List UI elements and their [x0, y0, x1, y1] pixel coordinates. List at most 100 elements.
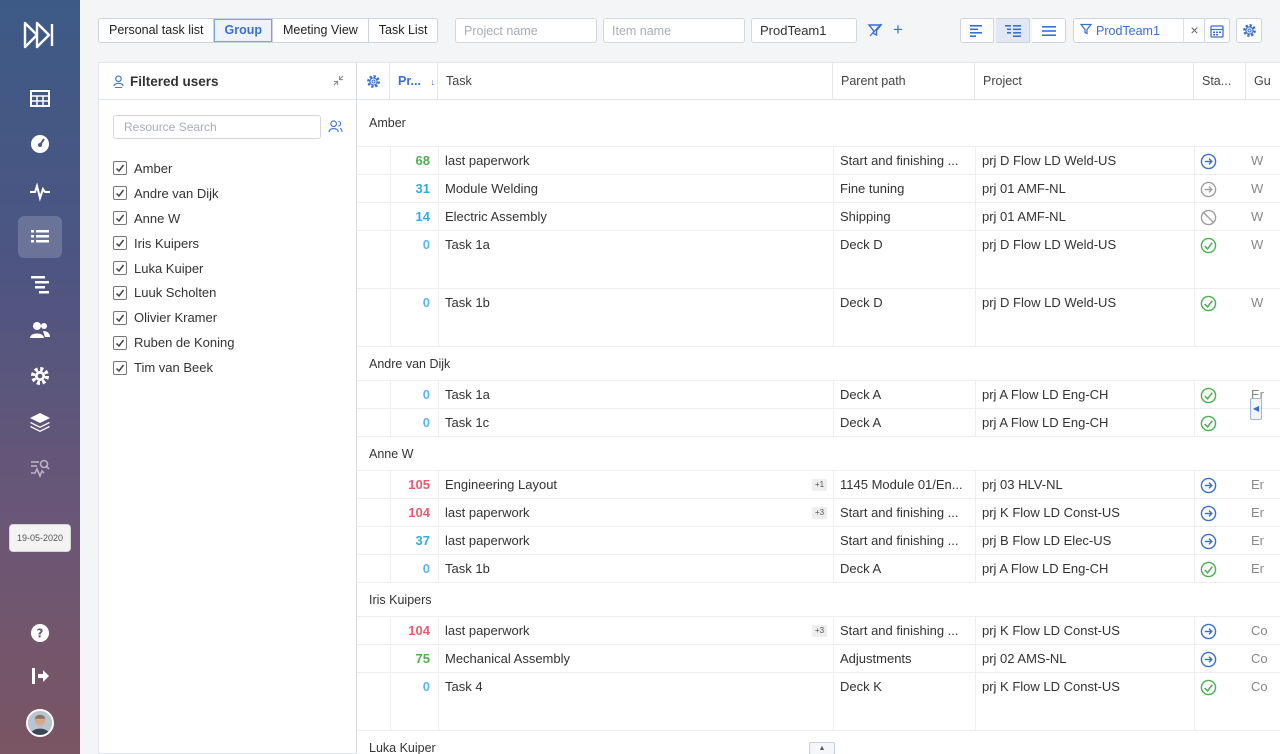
app-logo-icon[interactable]	[22, 20, 58, 50]
group-code: W	[1251, 181, 1264, 196]
user-list-item[interactable]: Anne W	[113, 206, 234, 231]
column-status-header[interactable]: Sta...	[1194, 63, 1246, 100]
help-icon[interactable]: ?	[18, 612, 62, 654]
status-done-icon[interactable]	[1200, 561, 1218, 579]
column-priority-header[interactable]: Pr... ↓	[390, 63, 438, 100]
dashboard-gauge-icon[interactable]	[18, 123, 62, 165]
user-checkbox[interactable]	[113, 186, 127, 201]
user-checkbox[interactable]	[113, 161, 127, 176]
column-parent-header[interactable]: Parent path	[833, 63, 975, 100]
task-row[interactable]: 104 last paperwork +3 Start and finishing .…	[357, 616, 1280, 645]
subtask-count-badge[interactable]: +1	[812, 479, 828, 491]
parent-path: Start and finishing ...	[840, 505, 959, 520]
user-checkbox[interactable]	[113, 285, 127, 300]
user-checkbox[interactable]	[113, 211, 127, 226]
status-done-icon[interactable]	[1200, 295, 1218, 313]
user-list-item[interactable]: Amber	[113, 156, 234, 181]
status-in-progress-icon[interactable]	[1200, 505, 1218, 523]
view-task-list[interactable]: Task List	[369, 19, 438, 42]
user-list-item[interactable]: Luka Kuiper	[113, 256, 234, 281]
status-done-icon[interactable]	[1200, 387, 1218, 405]
user-list-item[interactable]: Ruben de Koning	[113, 330, 234, 355]
task-row[interactable]: 31 Module Welding Fine tuning prj 01 AMF-NL…	[357, 174, 1280, 203]
task-row[interactable]: 68 last paperwork Start and finishing ... p…	[357, 146, 1280, 175]
task-row[interactable]: 0 Task 1a Deck D prj D Flow LD Weld-US W	[357, 230, 1280, 289]
column-group-header[interactable]: Gu	[1246, 63, 1280, 100]
user-checkbox[interactable]	[113, 310, 127, 325]
task-row[interactable]: 0 Task 1b Deck A prj A Flow LD Eng-CH Er	[357, 554, 1280, 583]
task-row[interactable]: 104 last paperwork +3 Start and finishing .…	[357, 498, 1280, 527]
group-header-row[interactable]: Andre van Dijk	[357, 346, 1280, 380]
task-row[interactable]: 75 Mechanical Assembly Adjustments prj 02 A…	[357, 644, 1280, 673]
status-done-icon[interactable]	[1200, 679, 1218, 697]
status-blocked-icon[interactable]	[1200, 209, 1218, 227]
status-in-progress-icon[interactable]	[1200, 153, 1218, 171]
task-row[interactable]: 0 Task 4 Deck K prj K Flow LD Const-US Co	[357, 672, 1280, 731]
collapse-panel-icon[interactable]	[333, 75, 344, 89]
layers-icon[interactable]	[18, 401, 62, 443]
list-menu-icon[interactable]	[1032, 18, 1066, 43]
logout-icon[interactable]	[18, 655, 62, 697]
task-list-icon[interactable]	[18, 216, 62, 258]
scroll-up-handle[interactable]: ▲	[809, 742, 835, 754]
add-filter-button[interactable]: +	[893, 19, 903, 41]
column-project-header[interactable]: Project	[975, 63, 1194, 100]
view-personal-task-list[interactable]: Personal task list	[99, 19, 215, 42]
column-divider	[975, 203, 976, 231]
column-settings-icon[interactable]	[357, 63, 390, 100]
tree-list-icon[interactable]	[18, 263, 62, 305]
task-row[interactable]: 14 Electric Assembly Shipping prj 01 AMF-NL…	[357, 202, 1280, 231]
user-checkbox[interactable]	[113, 360, 127, 375]
task-row[interactable]: 37 last paperwork Start and finishing ... p…	[357, 526, 1280, 555]
remove-filter-button[interactable]: ×	[1183, 19, 1205, 42]
column-divider	[975, 175, 976, 203]
user-checkbox[interactable]	[113, 236, 127, 251]
subtask-count-badge[interactable]: +3	[812, 625, 828, 637]
user-checkbox[interactable]	[113, 335, 127, 350]
status-in-progress-icon[interactable]	[1200, 623, 1218, 641]
status-pending-icon[interactable]	[1200, 181, 1218, 199]
grouped-list-icon[interactable]	[996, 18, 1030, 43]
task-row[interactable]: 0 Task 1a Deck Aprj A Flow LD Eng-CH Er	[357, 380, 1280, 409]
settings-gear-icon[interactable]	[18, 355, 62, 397]
report-search-icon[interactable]	[18, 447, 62, 489]
user-list-item[interactable]: Luuk Scholten	[113, 280, 234, 305]
team-input[interactable]	[751, 18, 857, 43]
subtask-count-badge[interactable]: +3	[812, 507, 828, 519]
project-name-input[interactable]	[455, 18, 597, 43]
status-in-progress-icon[interactable]	[1200, 477, 1218, 495]
group-header-row[interactable]: Amber	[357, 100, 1280, 146]
column-task-header[interactable]: Task	[438, 63, 833, 100]
clear-filter-icon[interactable]	[867, 22, 883, 38]
status-done-icon[interactable]	[1200, 237, 1218, 255]
view-group[interactable]: Group	[214, 19, 273, 42]
user-avatar[interactable]	[26, 709, 54, 737]
toolbar-settings-icon[interactable]	[1236, 18, 1262, 43]
user-list-item[interactable]: Tim van Beek	[113, 355, 234, 380]
user-checkbox[interactable]	[113, 261, 127, 275]
side-expand-handle[interactable]: ◀	[1250, 398, 1262, 420]
task-row[interactable]: 105 Engineering Layout +1 1145 Module 01/En…	[357, 470, 1280, 499]
resource-search-input[interactable]	[113, 115, 321, 139]
user-list-item[interactable]: Olivier Kramer	[113, 305, 234, 330]
task-row[interactable]: 0 Task 1c Deck A prj A Flow LD Eng-CH	[357, 408, 1280, 437]
user-list-item[interactable]: Andre van Dijk	[113, 181, 234, 206]
status-in-progress-icon[interactable]	[1200, 651, 1218, 669]
item-name-input[interactable]	[603, 18, 745, 43]
status-in-progress-icon[interactable]	[1200, 533, 1218, 551]
activity-pulse-icon[interactable]	[18, 170, 62, 212]
view-meeting[interactable]: Meeting View	[273, 19, 369, 42]
align-left-icon[interactable]	[960, 18, 994, 43]
users-icon[interactable]	[18, 309, 62, 351]
project-name: prj K Flow LD Const-US	[982, 623, 1120, 638]
group-header-row[interactable]: Iris Kuipers	[357, 582, 1280, 616]
status-done-icon[interactable]	[1200, 415, 1218, 433]
team-filter-chip[interactable]: ProdTeam1 ×	[1073, 18, 1206, 43]
task-row[interactable]: 0 Task 1b Deck D prj D Flow LD Weld-US W	[357, 288, 1280, 347]
user-select-icon[interactable]	[328, 120, 343, 136]
user-list-item[interactable]: Iris Kuipers	[113, 231, 234, 256]
calendar-icon[interactable]	[1204, 18, 1230, 43]
group-header-row[interactable]: Anne W	[357, 436, 1280, 470]
current-date-badge[interactable]: 19-05-2020	[9, 524, 71, 552]
calendar-grid-icon[interactable]	[18, 77, 62, 119]
